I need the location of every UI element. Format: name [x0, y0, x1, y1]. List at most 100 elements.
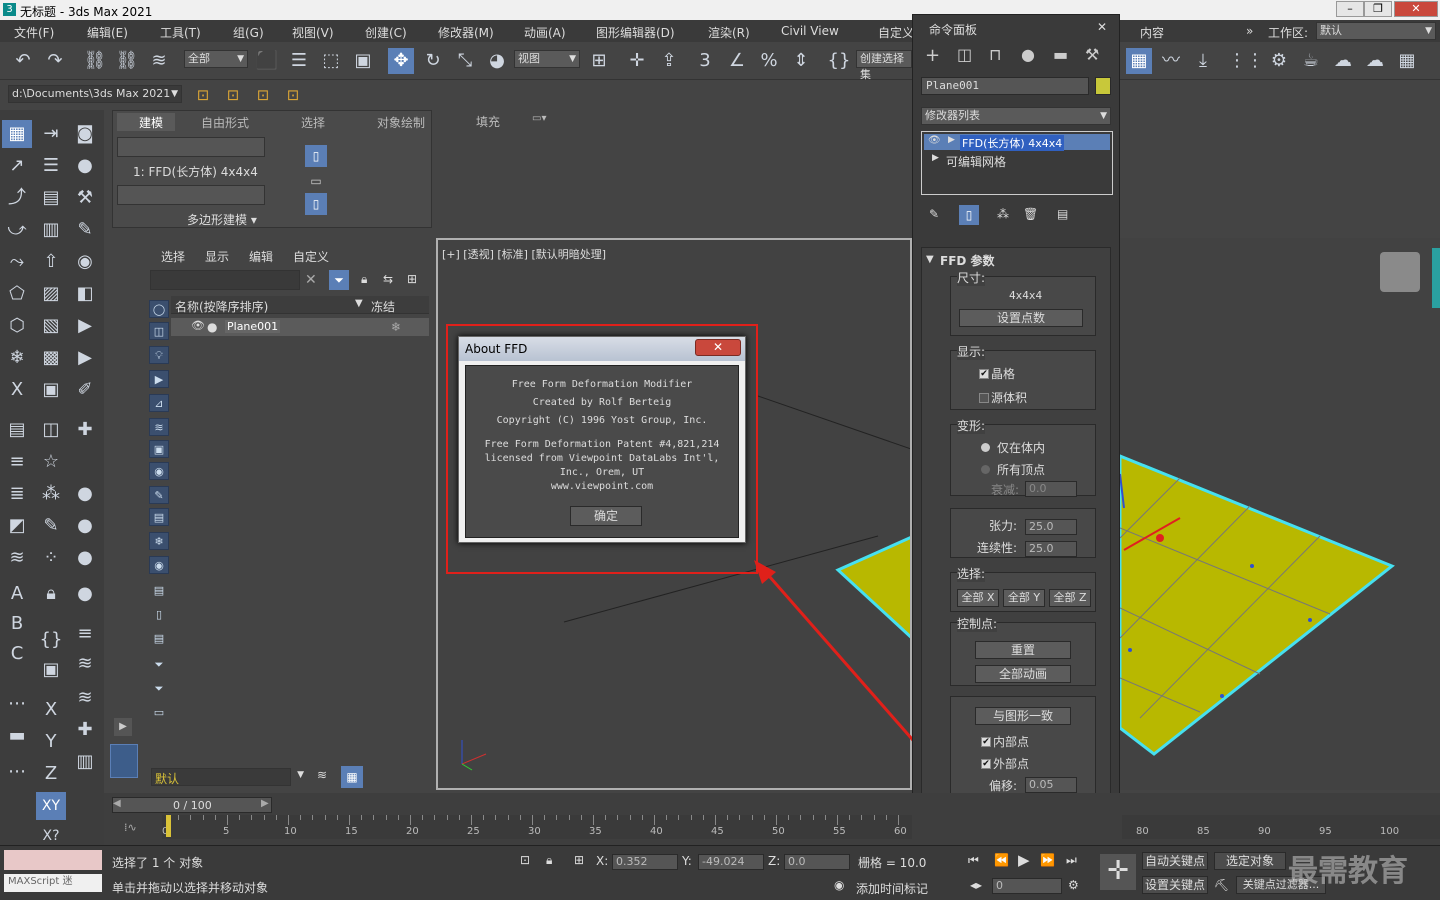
tool-wrench-icon[interactable]: ⚒	[70, 184, 100, 212]
track-bar[interactable]: 051015202530354045505560	[162, 815, 912, 839]
tool-brush-icon[interactable]: ✐	[70, 376, 100, 404]
x-coord-field[interactable]: 0.352	[612, 854, 678, 870]
tool-border-icon[interactable]: ◧	[70, 280, 100, 308]
lock-icon[interactable]: 🔒︎	[36, 580, 66, 608]
tool-select-box-icon[interactable]: ◩	[2, 512, 32, 540]
menu-animation[interactable]: 动画(A)	[524, 24, 566, 41]
visibility-eye-icon[interactable]: 👁︎	[191, 319, 205, 332]
tool-layers3-icon[interactable]: ≋	[70, 650, 100, 678]
viewport-layout-icon[interactable]	[110, 744, 138, 778]
ribbon-slider-icon[interactable]: ▭	[305, 171, 327, 191]
reset-button[interactable]: 重置	[975, 641, 1071, 659]
display-helpers-icon[interactable]: ⊿	[149, 394, 169, 412]
layer-stack-icon[interactable]: ≋	[317, 768, 327, 782]
add-time-tag[interactable]: 添加时间标记	[856, 880, 928, 897]
tool-list-icon[interactable]: ☰	[36, 152, 66, 180]
render-dot-icon[interactable]: ●	[207, 320, 217, 334]
rollout-title[interactable]: FFD 参数	[940, 252, 995, 269]
tool-layer-stack-icon[interactable]: ≣	[2, 480, 32, 508]
tool-path-icon[interactable]: ⤴	[2, 184, 32, 212]
display-tab-icon[interactable]: ▬	[1053, 45, 1068, 64]
tool-ruler-icon[interactable]: ▬	[2, 722, 32, 750]
all-y-button[interactable]: 全部 Y	[1003, 589, 1045, 607]
object-name-field[interactable]: Plane001	[921, 77, 1089, 95]
maxscript-input[interactable]: MAXScript 迷	[4, 874, 102, 892]
stack-eye-icon[interactable]: 👁︎	[928, 135, 941, 146]
rendered-frame-icon[interactable]: ☕	[1298, 48, 1324, 74]
display-xrefs-icon[interactable]: ◉	[149, 462, 169, 480]
ref-coord-dropdown[interactable]: 视图 ▼	[514, 50, 580, 68]
time-tag-icon[interactable]: ◉	[834, 878, 844, 892]
tool-trash-icon[interactable]: ▥	[70, 748, 100, 776]
prev-frame-icon[interactable]: ⏪	[994, 853, 1009, 867]
percent-snap-icon[interactable]: %	[756, 48, 782, 74]
tool-text-icon[interactable]: A	[2, 580, 32, 608]
tool-copy-icon[interactable]: ▧	[36, 312, 66, 340]
spinner-snap-icon[interactable]: ⇕	[788, 48, 814, 74]
angle-snap-icon[interactable]: ∠	[724, 48, 750, 74]
tool-film-icon[interactable]: ▶	[70, 344, 100, 372]
display-hidden-icon[interactable]: ◉	[149, 556, 169, 574]
maxscript-listener-pink[interactable]	[4, 850, 102, 870]
tool-play-icon[interactable]: ▶	[70, 312, 100, 340]
named-selection-set-field[interactable]: 创建选择集	[856, 50, 912, 81]
play-icon[interactable]: ▶	[1018, 851, 1030, 869]
select-place-icon[interactable]: ◕	[484, 48, 510, 74]
filter-funnel2-icon[interactable]: ⏷	[149, 680, 169, 698]
axis-x-icon[interactable]: X	[36, 696, 66, 724]
select-by-name-icon[interactable]: ☰	[286, 48, 312, 74]
close-button[interactable]: ✕	[1394, 1, 1438, 17]
pin-stack-icon[interactable]: ✎	[929, 207, 939, 221]
key-mode-icon[interactable]: ◂▸	[970, 878, 982, 892]
tool-dot-icon[interactable]: ●	[70, 480, 100, 508]
tool-polygon-icon[interactable]: ⬠	[2, 280, 32, 308]
current-frame-field[interactable]: 0	[992, 878, 1062, 894]
z-coord-field[interactable]: 0.0	[784, 854, 850, 870]
scene-tab-customize[interactable]: 自定义	[293, 248, 329, 265]
filter-icon[interactable]: ⏷	[329, 270, 349, 290]
modifier-list-dropdown[interactable]: 修改器列表 ▼	[921, 107, 1111, 125]
viewcube-icon[interactable]	[1380, 252, 1420, 292]
tool-c-icon[interactable]: C	[2, 640, 32, 668]
menu-file[interactable]: 文件(F)	[14, 24, 54, 41]
all-z-button[interactable]: 全部 Z	[1049, 589, 1091, 607]
freeze-snowflake-icon[interactable]: ❄	[391, 320, 401, 334]
source-volume-checkbox[interactable]	[979, 393, 989, 403]
poly-tools-row[interactable]	[117, 185, 265, 205]
sort-arrow-icon[interactable]: ▼	[355, 298, 363, 309]
all-x-button[interactable]: 全部 X	[957, 589, 999, 607]
ribbon-tab-modeling[interactable]: 建模	[139, 114, 163, 131]
goto-end-icon[interactable]: ⏭	[1066, 853, 1077, 868]
object-name-plane001[interactable]: Plane001	[225, 320, 281, 333]
col-freeze-header[interactable]: 冻结	[371, 298, 395, 315]
tool-save-icon[interactable]: ▣	[36, 376, 66, 404]
create-tab-icon[interactable]: +	[925, 45, 940, 66]
tool-stack3-icon[interactable]: ≡	[70, 620, 100, 648]
isolate-icon[interactable]: ⊡	[520, 853, 530, 867]
minimize-button[interactable]: –	[1336, 1, 1364, 17]
make-unique-icon[interactable]: ⁂	[997, 207, 1009, 221]
time-slider[interactable]: ◀ 0 / 100 ▶	[112, 797, 272, 813]
absolute-mode-icon[interactable]: ⊞	[574, 853, 584, 867]
lattice-checkbox[interactable]: ✔	[979, 369, 989, 379]
container-open-icon[interactable]: ⊡	[220, 82, 246, 108]
maximize-button[interactable]: ❐	[1364, 1, 1392, 17]
tool-frame-icon[interactable]: ▣	[36, 656, 66, 684]
ribbon-tab-object-paint[interactable]: 对象绘制	[377, 114, 425, 131]
menu-rendering[interactable]: 渲染(R)	[708, 24, 750, 41]
tool-pencil-icon[interactable]: ✎	[36, 512, 66, 540]
ribbon-options-icon[interactable]: ▭▾	[532, 113, 546, 124]
tool-xyz-icon[interactable]: X	[2, 376, 32, 404]
current-frame-marker[interactable]	[166, 815, 171, 837]
ok-button[interactable]: 确定	[570, 506, 642, 526]
poly-modeling-dropdown[interactable]: 多边形建模 ▾	[187, 211, 257, 228]
tool-hook-icon[interactable]: ⤻	[2, 216, 32, 244]
link-icon[interactable]: ⛓	[82, 48, 108, 74]
display-all-icon[interactable]: ▤	[149, 582, 169, 600]
render-cloud-icon[interactable]: ☁	[1362, 48, 1388, 74]
axis-y-icon[interactable]: Y	[36, 728, 66, 756]
material-editor-icon[interactable]: ⋮⋮	[1228, 48, 1264, 74]
selection-lock-icon[interactable]: 🔒︎	[546, 853, 552, 868]
display-cameras-icon[interactable]: ▶	[149, 370, 169, 388]
project-path-dropdown[interactable]: d:\Documents\3ds Max 2021 ▼	[8, 85, 182, 103]
